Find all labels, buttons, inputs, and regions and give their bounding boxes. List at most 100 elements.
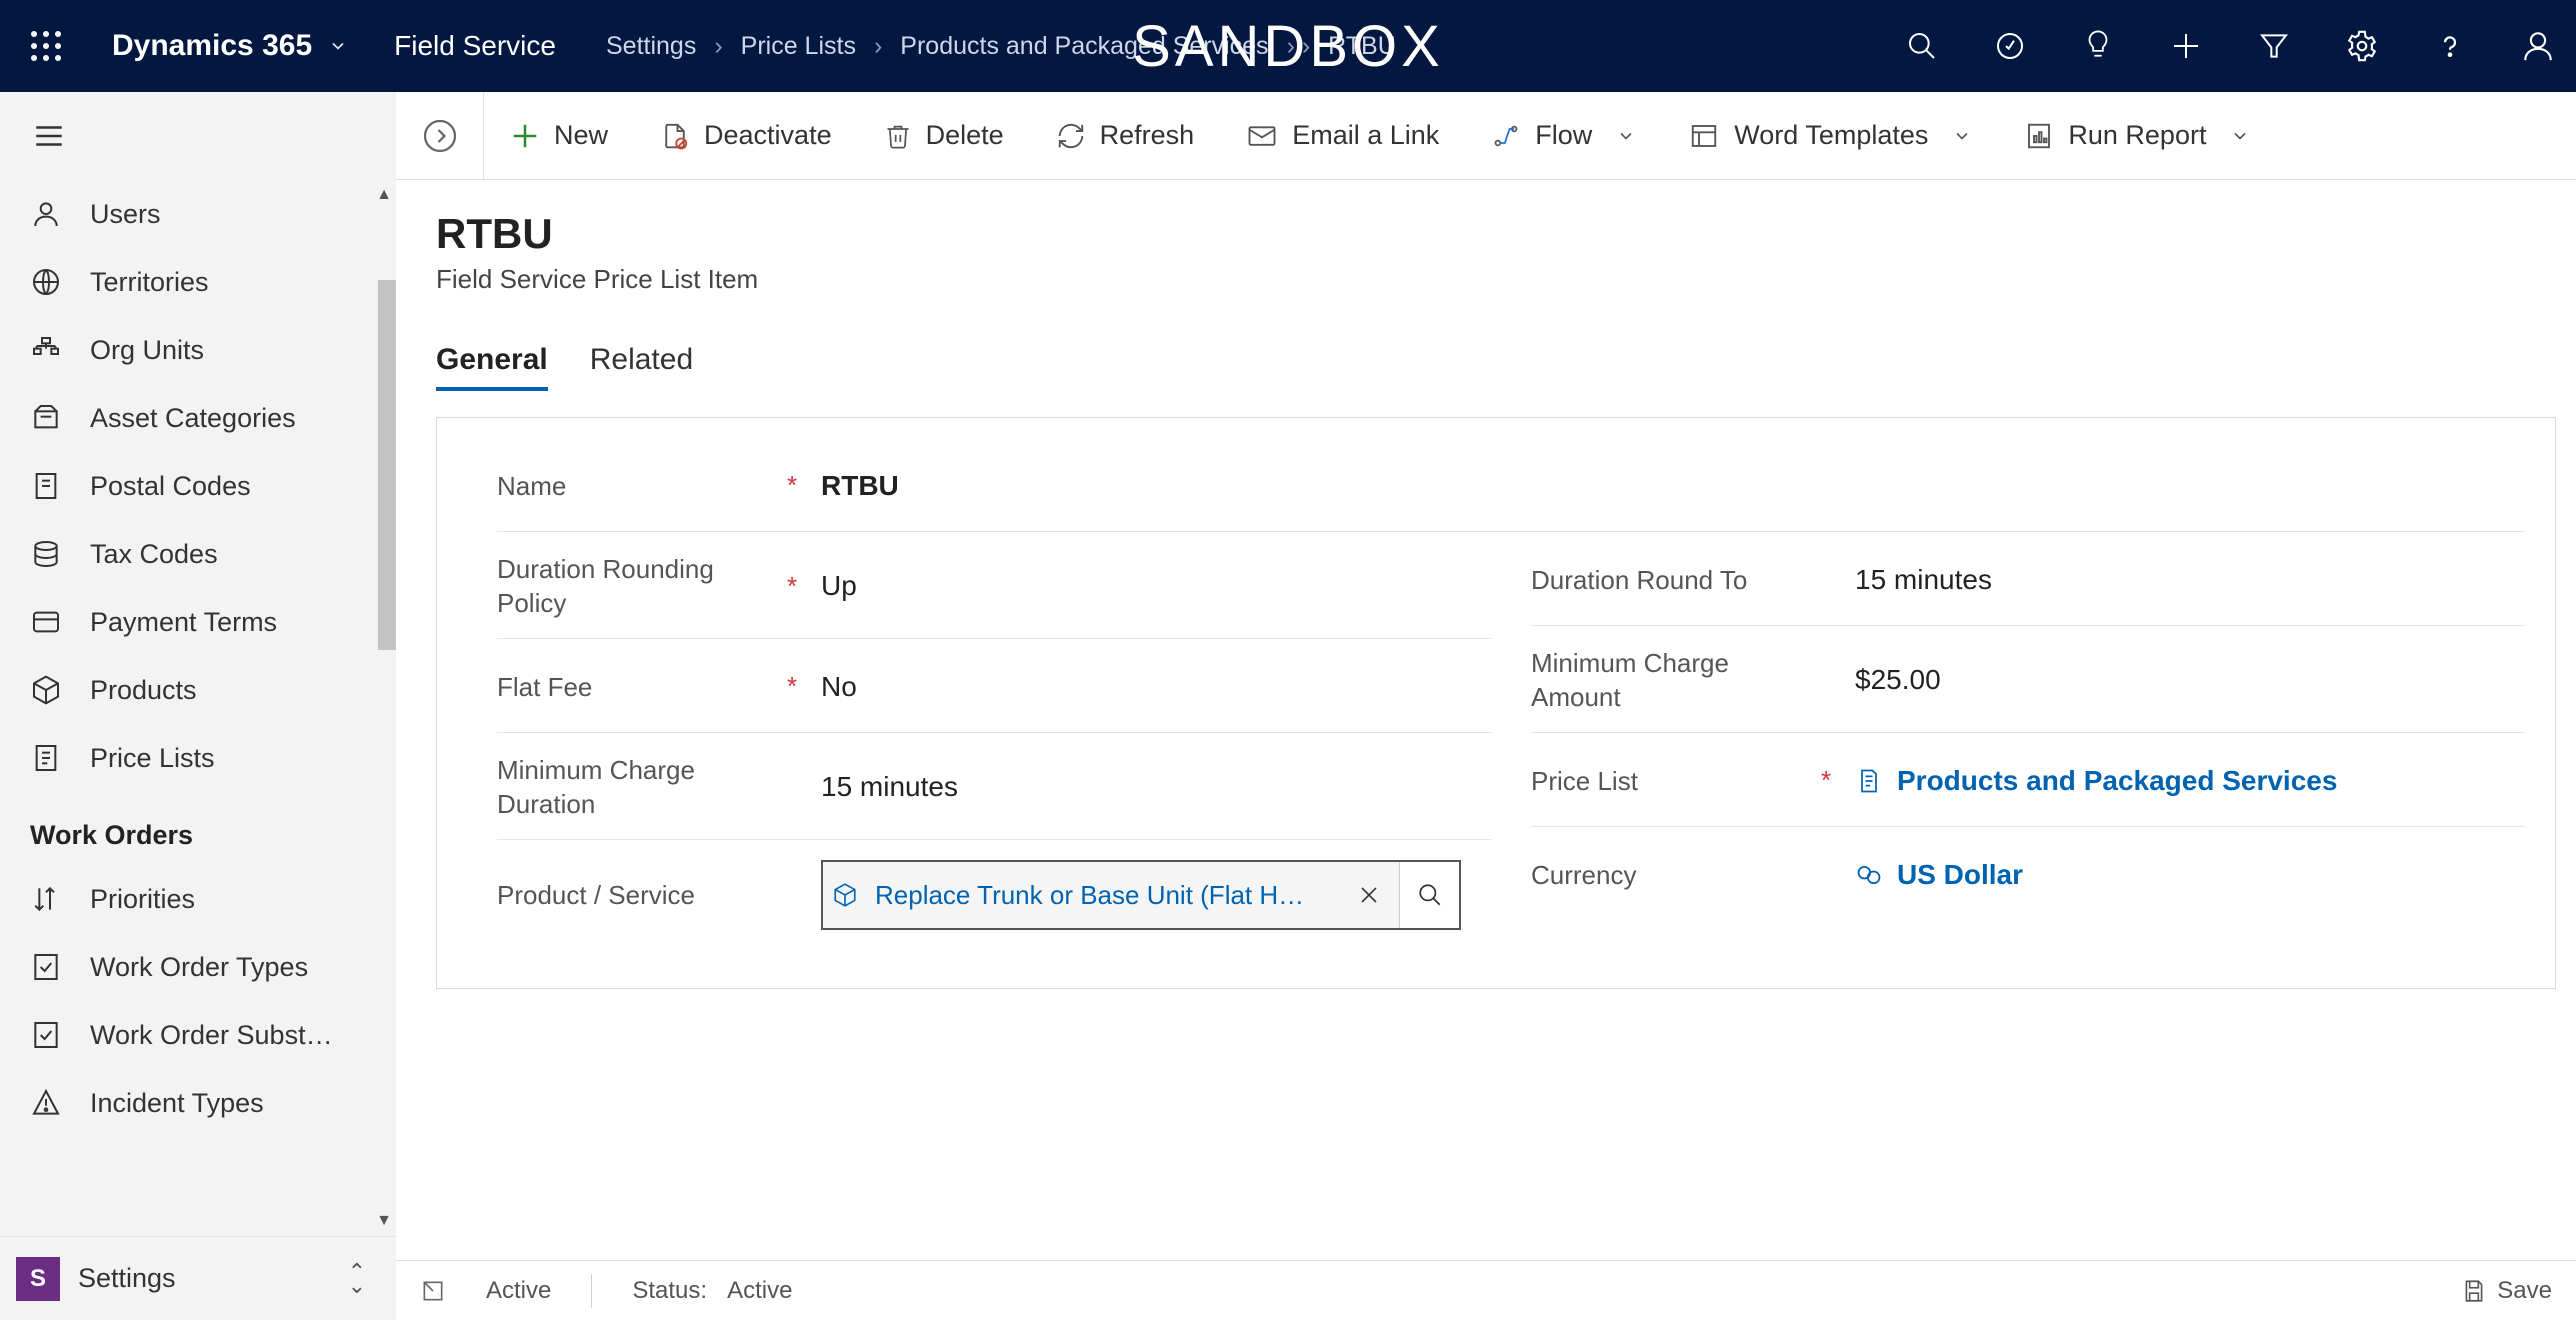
sidebar-item-label: Asset Categories <box>90 403 296 434</box>
sidebar-item[interactable]: Work Order Subst… <box>0 1001 396 1069</box>
field-duration-rounding-policy[interactable]: Duration Rounding Policy * Up <box>497 532 1491 639</box>
app-launcher-button[interactable] <box>0 28 92 64</box>
field-min-charge-amount[interactable]: Minimum Charge Amount $25.00 <box>1531 626 2525 733</box>
field-label: Currency <box>1531 858 1821 892</box>
deactivate-button[interactable]: Deactivate <box>634 92 858 179</box>
sidebar-item[interactable]: Asset Categories <box>0 384 396 452</box>
cmd-label: Delete <box>926 120 1004 151</box>
cmd-label: New <box>554 120 608 151</box>
refresh-button[interactable]: Refresh <box>1030 92 1221 179</box>
sitemap-toggle-button[interactable] <box>0 92 396 180</box>
nav-icon <box>30 883 62 915</box>
sidebar-item-label: Work Order Types <box>90 952 308 983</box>
nav-icon <box>30 334 62 366</box>
save-button[interactable]: Save <box>2461 1277 2552 1305</box>
lookup-link[interactable]: Products and Packaged Services <box>1855 765 2337 797</box>
field-duration-round-to[interactable]: Duration Round To 15 minutes <box>1531 532 2525 626</box>
go-back-button[interactable] <box>396 92 484 179</box>
email-link-button[interactable]: Email a Link <box>1220 92 1465 179</box>
chevron-down-icon <box>2230 126 2250 146</box>
nav-icon <box>30 198 62 230</box>
sidebar-item[interactable]: Org Units <box>0 316 396 384</box>
word-templates-button[interactable]: Word Templates <box>1662 92 1998 179</box>
field-label: Minimum Charge Amount <box>1531 646 1821 714</box>
sidebar-item[interactable]: Territories <box>0 248 396 316</box>
chevron-down-icon <box>328 36 348 56</box>
field-value: RTBU <box>821 470 2525 502</box>
cmd-label: Flow <box>1535 120 1592 151</box>
nav-icon <box>30 538 62 570</box>
user-icon[interactable] <box>2520 28 2556 64</box>
field-value: Up <box>821 570 1491 602</box>
filter-icon[interactable] <box>2256 28 2292 64</box>
nav-section-header: Work Orders <box>0 792 396 865</box>
tab-related[interactable]: Related <box>590 343 693 391</box>
form-section-general: Name * RTBU Duration Rounding Policy * U… <box>436 417 2556 989</box>
scroll-down-icon[interactable]: ▼ <box>376 1212 392 1230</box>
sidebar-item[interactable]: Users <box>0 180 396 248</box>
field-label: Flat Fee <box>497 670 787 704</box>
site-map: ▲ Users Territories Org Units Asset Categor… <box>0 92 396 1320</box>
sidebar-item-label: Users <box>90 199 161 230</box>
app-name-label: Dynamics 365 <box>112 29 312 63</box>
clear-icon[interactable] <box>1339 862 1399 928</box>
field-price-list[interactable]: Price List * Products and Packaged Servi… <box>1531 733 2525 827</box>
save-label: Save <box>2497 1277 2552 1305</box>
field-flat-fee[interactable]: Flat Fee * No <box>497 639 1491 733</box>
module-name[interactable]: Field Service <box>394 30 556 62</box>
nav-icon <box>30 1087 62 1119</box>
sidebar-item[interactable]: Price Lists <box>0 724 396 792</box>
assistant-icon[interactable] <box>2080 28 2116 64</box>
field-min-charge-duration[interactable]: Minimum Charge Duration 15 minutes <box>497 733 1491 840</box>
scroll-up-icon[interactable]: ▲ <box>376 186 392 204</box>
gear-icon[interactable] <box>2344 28 2380 64</box>
sidebar-item[interactable]: Priorities <box>0 865 396 933</box>
field-value: No <box>821 671 1491 703</box>
sidebar-item[interactable]: Work Order Types <box>0 933 396 1001</box>
sidebar-item[interactable]: Postal Codes <box>0 452 396 520</box>
sidebar-item-label: Postal Codes <box>90 471 251 502</box>
sidebar-item-label: Price Lists <box>90 743 215 774</box>
app-name-switcher[interactable]: Dynamics 365 <box>112 29 348 63</box>
lookup-link[interactable]: US Dollar <box>1855 859 2023 891</box>
cmd-label: Refresh <box>1100 120 1195 151</box>
field-name[interactable]: Name * RTBU <box>497 438 2525 532</box>
lookup-value: Replace Trunk or Base Unit (Flat H… <box>867 880 1339 911</box>
lookup-control[interactable]: Replace Trunk or Base Unit (Flat H… <box>821 860 1461 930</box>
nav-icon <box>30 742 62 774</box>
popout-icon[interactable] <box>420 1278 446 1304</box>
delete-button[interactable]: Delete <box>858 92 1030 179</box>
area-name: Settings <box>78 1263 176 1294</box>
crumb[interactable]: Price Lists <box>741 32 856 61</box>
sidebar-item[interactable]: Incident Types <box>0 1069 396 1137</box>
help-icon[interactable] <box>2432 28 2468 64</box>
task-flow-icon[interactable] <box>1992 28 2028 64</box>
field-value: 15 minutes <box>1855 564 2525 596</box>
record-title: RTBU <box>436 210 2556 258</box>
chevron-updown-icon: ⌃⌄ <box>348 1265 366 1293</box>
search-icon[interactable] <box>1904 28 1940 64</box>
tab-general[interactable]: General <box>436 343 548 391</box>
sidebar-item-label: Org Units <box>90 335 204 366</box>
field-currency[interactable]: Currency US Dollar <box>1531 827 2525 921</box>
sidebar-item-label: Work Order Subst… <box>90 1020 333 1051</box>
new-button[interactable]: New <box>484 92 634 179</box>
sidebar-item[interactable]: Products <box>0 656 396 724</box>
run-report-button[interactable]: Run Report <box>1998 92 2276 179</box>
form-tabs: General Related <box>436 343 2556 391</box>
cmd-label: Email a Link <box>1292 120 1439 151</box>
field-value: 15 minutes <box>821 771 1491 803</box>
search-icon[interactable] <box>1399 862 1459 928</box>
crumb[interactable]: Settings <box>606 32 696 61</box>
add-icon[interactable] <box>2168 28 2204 64</box>
sidebar-item[interactable]: Tax Codes <box>0 520 396 588</box>
command-bar: New Deactivate Delete Refresh Email a Li… <box>396 92 2576 180</box>
record-entity: Field Service Price List Item <box>436 264 2556 295</box>
area-switcher[interactable]: S Settings ⌃⌄ <box>0 1236 396 1320</box>
sidebar-item[interactable]: Payment Terms <box>0 588 396 656</box>
field-value: Products and Packaged Services <box>1897 765 2337 797</box>
scrollbar-thumb[interactable] <box>378 280 396 650</box>
field-product-service[interactable]: Product / Service Replace Trunk or Base … <box>497 840 1491 948</box>
form-area: RTBU Field Service Price List Item Gener… <box>396 180 2576 1260</box>
flow-button[interactable]: Flow <box>1465 92 1662 179</box>
